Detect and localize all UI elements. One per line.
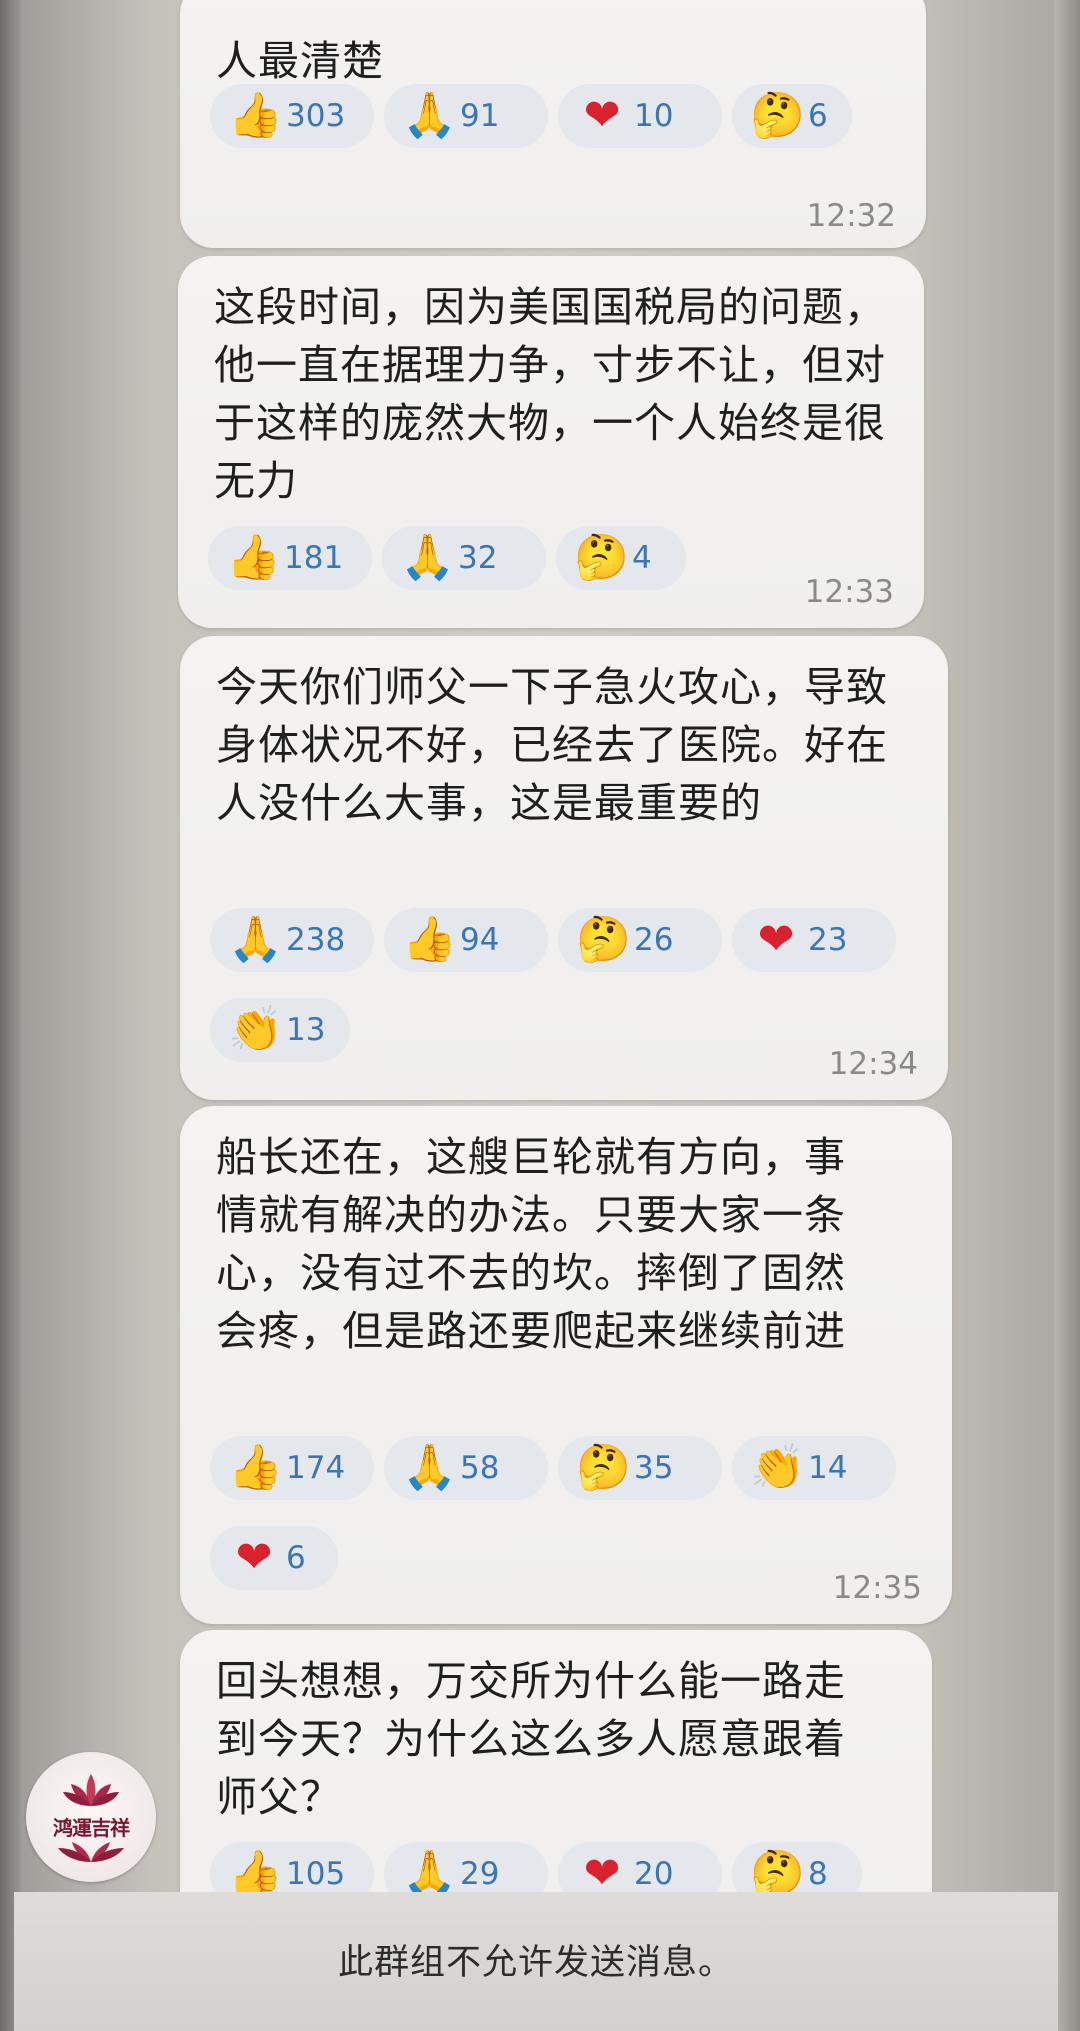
message-text: 船长还在，这艘巨轮就有方向，事情就有解决的办法。只要大家一条心，没有过不去的坎。… <box>216 1133 846 1355</box>
heart-icon: ❤ <box>757 914 795 965</box>
message-time: 12:34 <box>828 1046 918 1082</box>
reaction-folded-hands[interactable]: 🙏 238 <box>210 908 374 972</box>
message-text: 今天你们师父一下子急火攻心，导致身体状况不好，已经去了医院。好在人没什么大事，这… <box>216 663 888 827</box>
folded-hands-icon: 🙏 <box>402 90 457 141</box>
reaction-count: 6 <box>286 1540 306 1576</box>
reaction-clapping[interactable]: 👏 14 <box>732 1436 896 1500</box>
no-messages-notice: 此群组不允许发送消息。 <box>337 1943 734 1983</box>
avatar-label: 鸿運吉祥 <box>53 1816 130 1840</box>
message-bubble[interactable]: 回头想想，万交所为什么能一路走到今天？为什么这么多人愿意跟着师父？ 👍 105 … <box>180 1630 932 1930</box>
reaction-heart[interactable]: ❤ 23 <box>732 908 896 972</box>
thumbs-up-icon: 👍 <box>226 532 281 583</box>
lotus-icon <box>63 1774 119 1806</box>
message-time: 12:33 <box>804 574 894 610</box>
message-text: 这段时间，因为美国国税局的问题，他一直在据理力争，寸步不让，但对于这样的庞然大物… <box>214 283 886 505</box>
reaction-clapping[interactable]: 👏 13 <box>210 998 350 1062</box>
reaction-count: 32 <box>458 540 498 576</box>
reaction-count: 238 <box>286 922 346 958</box>
reaction-count: 10 <box>634 98 674 134</box>
message-bubble[interactable]: 船长还在，这艘巨轮就有方向，事情就有解决的办法。只要大家一条心，没有过不去的坎。… <box>180 1106 952 1624</box>
message-text: 回头想想，万交所为什么能一路走到今天？为什么这么多人愿意跟着师父？ <box>216 1657 846 1821</box>
thumbs-up-icon: 👍 <box>402 914 457 965</box>
reaction-thinking[interactable]: 🤔 6 <box>732 84 852 148</box>
reaction-heart[interactable]: ❤ 10 <box>558 84 722 148</box>
reaction-count: 303 <box>286 98 346 134</box>
message-bubble[interactable]: 这段时间，因为美国国税局的问题，他一直在据理力争，寸步不让，但对于这样的庞然大物… <box>178 256 924 628</box>
reaction-count: 91 <box>460 98 500 134</box>
reaction-thinking[interactable]: 🤔 4 <box>556 526 686 590</box>
reaction-count: 35 <box>634 1450 674 1486</box>
reaction-count: 94 <box>460 922 500 958</box>
phone-right-edge <box>1054 0 1080 2031</box>
reaction-count: 23 <box>808 922 848 958</box>
reaction-count: 6 <box>808 98 828 134</box>
composer-disabled-bar: 此群组不允许发送消息。 <box>14 1892 1058 2031</box>
reaction-thumbs-up[interactable]: 👍 181 <box>208 526 372 590</box>
message-bubble[interactable]: 人最清楚 👍 303 🙏 91 ❤ 10 🤔 6 12:32 <box>180 0 926 248</box>
reaction-folded-hands[interactable]: 🙏 32 <box>382 526 546 590</box>
thinking-face-icon: 🤔 <box>574 532 629 583</box>
heart-icon: ❤ <box>583 90 621 141</box>
reaction-thumbs-up[interactable]: 👍 174 <box>210 1436 374 1500</box>
thinking-face-icon: 🤔 <box>576 1442 631 1493</box>
chat-screen: 人最清楚 👍 303 🙏 91 ❤ 10 🤔 6 12:32 这段时间，因为美国… <box>0 0 1080 2031</box>
reaction-count: 26 <box>634 922 674 958</box>
message-time: 12:32 <box>806 198 896 234</box>
phone-left-edge <box>0 0 22 2031</box>
thinking-face-icon: 🤔 <box>576 914 631 965</box>
sender-avatar[interactable]: 鸿運吉祥 <box>26 1752 156 1882</box>
reaction-folded-hands[interactable]: 🙏 58 <box>384 1436 548 1500</box>
reaction-folded-hands[interactable]: 🙏 91 <box>384 84 548 148</box>
reaction-count: 4 <box>632 540 652 576</box>
reaction-thumbs-up[interactable]: 👍 94 <box>384 908 548 972</box>
thumbs-up-icon: 👍 <box>228 1442 283 1493</box>
message-text: 人最清楚 <box>216 37 384 85</box>
reaction-count: 58 <box>460 1450 500 1486</box>
clapping-hands-icon: 👏 <box>228 1004 283 1055</box>
reaction-count: 14 <box>808 1450 848 1486</box>
reaction-thumbs-up[interactable]: 👍 303 <box>210 84 374 148</box>
thumbs-up-icon: 👍 <box>228 90 283 141</box>
reaction-thinking[interactable]: 🤔 35 <box>558 1436 722 1500</box>
message-time: 12:35 <box>832 1570 922 1606</box>
reaction-count: 13 <box>286 1012 326 1048</box>
reaction-count: 174 <box>286 1450 346 1486</box>
folded-hands-icon: 🙏 <box>402 1442 457 1493</box>
folded-hands-icon: 🙏 <box>400 532 455 583</box>
message-bubble[interactable]: 今天你们师父一下子急火攻心，导致身体状况不好，已经去了医院。好在人没什么大事，这… <box>180 636 948 1100</box>
clapping-hands-icon: 👏 <box>750 1442 805 1493</box>
lotus-base-icon <box>58 1842 124 1862</box>
folded-hands-icon: 🙏 <box>228 914 283 965</box>
reaction-heart[interactable]: ❤ 6 <box>210 1526 338 1590</box>
reaction-count: 181 <box>284 540 344 576</box>
thinking-face-icon: 🤔 <box>750 90 805 141</box>
reaction-thinking[interactable]: 🤔 26 <box>558 908 722 972</box>
heart-icon: ❤ <box>235 1532 273 1583</box>
